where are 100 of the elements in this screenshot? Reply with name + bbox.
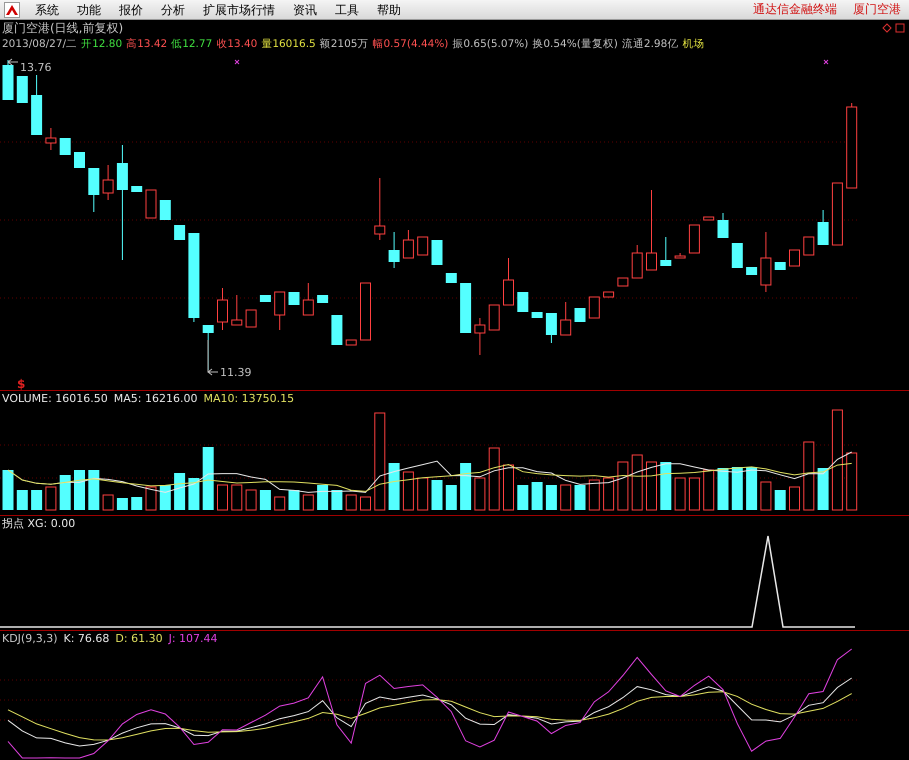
- candlestick: [718, 212, 728, 238]
- candlestick: [317, 294, 328, 304]
- low-price-arrow-icon: [208, 340, 218, 376]
- indicator-legend: K: 76.68: [64, 631, 110, 647]
- candlestick: [446, 272, 457, 284]
- volume-bar: [188, 478, 200, 510]
- volume-bar: [546, 485, 557, 510]
- volume-bar: [116, 498, 128, 510]
- indicator-legend: 拐点 XG: 0.00: [2, 516, 76, 532]
- candlestick: [331, 314, 342, 346]
- volume-bar: [818, 468, 829, 510]
- volume-bar: [331, 490, 342, 510]
- candlestick: [632, 244, 643, 278]
- volume-bar: [31, 490, 42, 510]
- candlestick: [617, 278, 628, 286]
- candlestick: [346, 340, 357, 346]
- menu-item[interactable]: 资讯: [284, 0, 326, 18]
- volume-bar: [60, 475, 71, 510]
- volume-bar: [16, 490, 28, 510]
- volume-bar: [760, 482, 772, 510]
- volume-bar: [88, 470, 100, 510]
- candlestick: [88, 168, 100, 212]
- volume-bar: [402, 472, 414, 510]
- candlestick: [360, 282, 371, 340]
- diamond-icon[interactable]: [882, 23, 892, 33]
- indicator-legend: VOLUME: 16016.50: [2, 391, 108, 407]
- candlestick: [31, 74, 42, 136]
- candlestick: [789, 250, 800, 266]
- x-mark-icon: [234, 60, 240, 64]
- volume-bar: [274, 496, 286, 510]
- quote-field: 换0.54%(量复权): [532, 36, 618, 52]
- candlestick: [217, 288, 228, 330]
- menu-item[interactable]: 报价: [110, 0, 152, 18]
- candlestick: [517, 292, 528, 312]
- volume-bar: [160, 485, 171, 510]
- volume-bar: [774, 490, 786, 510]
- volume-bar: [688, 478, 700, 510]
- candlestick: [732, 242, 743, 268]
- volume-bar: [846, 452, 858, 510]
- candlestick: [746, 266, 758, 276]
- volume-bar: [532, 482, 543, 510]
- volume-bar: [2, 470, 14, 510]
- low-price-label: 11.39: [220, 366, 252, 379]
- volume-bar: [302, 494, 314, 510]
- candlestick: [388, 232, 400, 268]
- quote-field: 振0.65(5.07%): [452, 36, 528, 52]
- quote-field: 收13.40: [216, 36, 258, 52]
- volume-bar: [102, 494, 114, 510]
- high-price-arrow-icon: [8, 58, 18, 66]
- quote-field: 高13.42: [126, 36, 168, 52]
- volume-bar: [488, 448, 500, 510]
- menu-item[interactable]: 分析: [152, 0, 194, 18]
- volume-bar: [574, 485, 586, 510]
- candlestick: [2, 60, 14, 100]
- candlestick: [60, 138, 71, 156]
- indicator-legend: MA10: 13750.15: [203, 391, 294, 407]
- chart-title: 厦门空港(日线,前复权): [2, 20, 124, 36]
- volume-bar: [146, 486, 156, 510]
- candlestick: [760, 232, 772, 292]
- volume-bar: [260, 490, 271, 510]
- volume-bar: [503, 464, 514, 510]
- quote-field: 量16016.5: [261, 36, 316, 52]
- indicator-legend: D: 61.30: [115, 631, 163, 647]
- volume-bar: [417, 478, 428, 510]
- x-mark-icon: [824, 60, 828, 64]
- volume-bar: [246, 490, 257, 510]
- candlestick: [302, 282, 314, 316]
- menu-item[interactable]: 功能: [68, 0, 110, 18]
- menu-item[interactable]: 系统: [26, 0, 68, 18]
- volume-bar: [202, 447, 214, 510]
- volume-bar: [617, 462, 628, 510]
- volume-bar: [432, 480, 442, 510]
- candlestick: [503, 258, 514, 306]
- candlestick: [688, 224, 700, 254]
- volume-bar: [718, 468, 728, 510]
- volume-bar: [217, 484, 228, 510]
- indicator-legend: MA5: 16216.00: [114, 391, 198, 407]
- candlestick: [288, 292, 300, 306]
- menu-item[interactable]: 帮助: [368, 0, 410, 18]
- volume-bar: [460, 463, 472, 510]
- candlestick: [532, 312, 543, 318]
- candlestick: [45, 128, 56, 150]
- volume-bar: [746, 467, 758, 510]
- menu-item[interactable]: 工具: [326, 0, 368, 18]
- candlestick: [74, 152, 85, 168]
- candlestick: [560, 302, 572, 336]
- square-icon[interactable]: [895, 23, 905, 33]
- volume-bar: [74, 470, 85, 510]
- candlestick: [432, 240, 442, 266]
- menu-link[interactable]: 通达信金融终端: [745, 1, 845, 18]
- volume-bar: [131, 497, 142, 510]
- quote-field: 幅0.57(4.44%): [372, 36, 448, 52]
- menu-link[interactable]: 厦门空港: [845, 1, 909, 18]
- candlestick: [488, 304, 500, 330]
- candlestick: [474, 318, 486, 356]
- volume-bar: [346, 494, 357, 510]
- candlestick: [546, 312, 557, 344]
- volume-bar: [174, 473, 186, 510]
- menu-item[interactable]: 扩展市场行情: [194, 0, 284, 18]
- quote-field: 机场: [682, 36, 704, 52]
